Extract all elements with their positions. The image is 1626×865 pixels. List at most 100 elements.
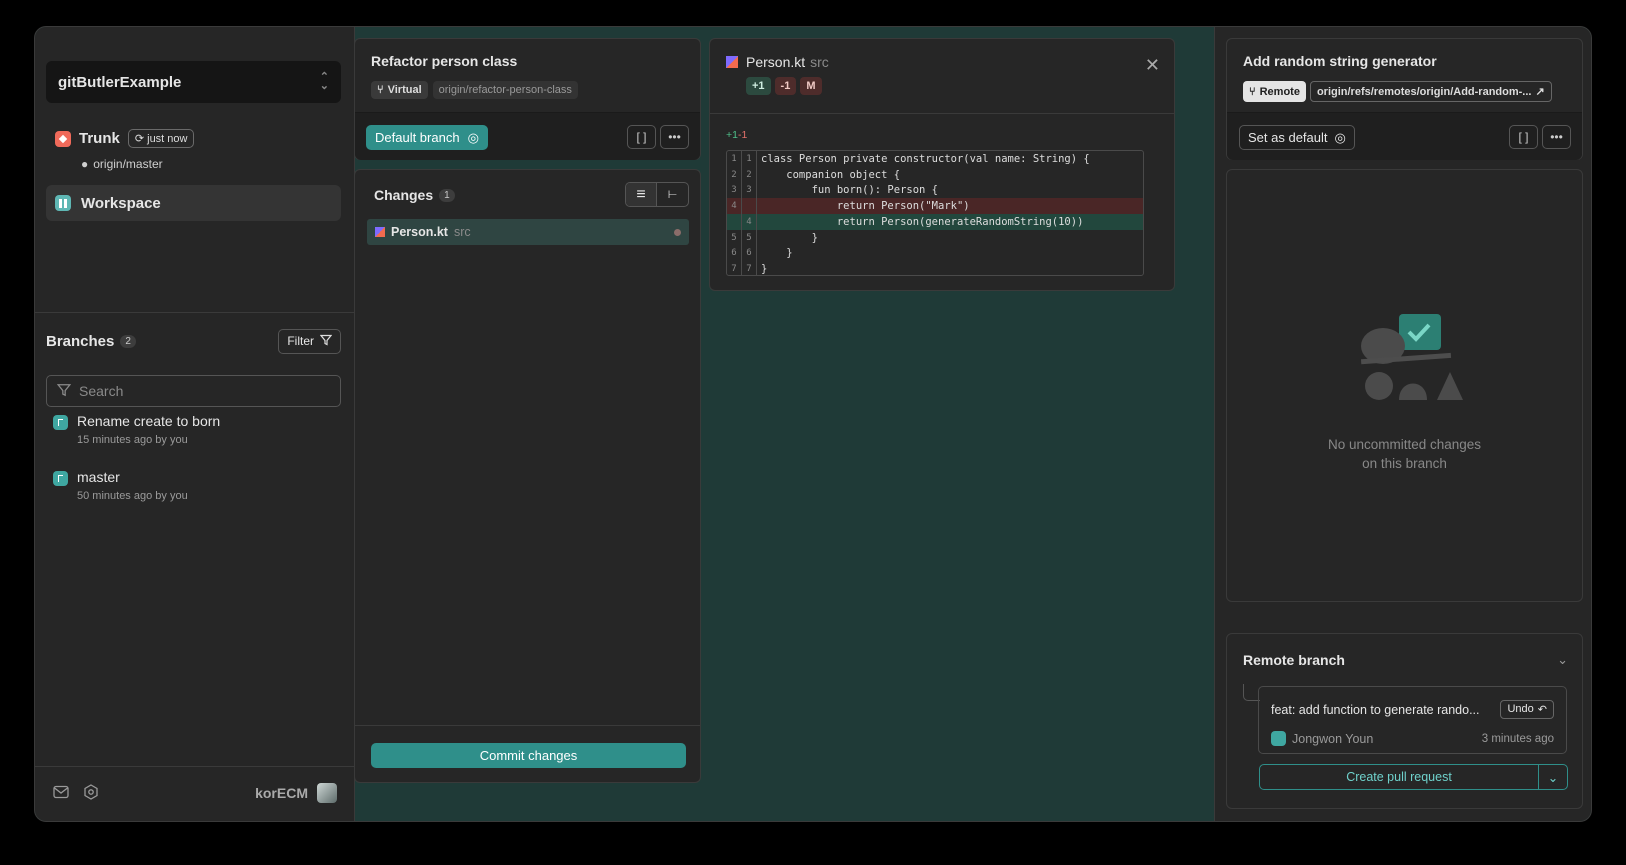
removed-count-badge: -1 — [774, 77, 797, 95]
old-line-number: 6 — [727, 245, 742, 262]
tree-view-button[interactable]: ⊢ — [657, 183, 688, 206]
collapse-lane-button[interactable]: [ ] — [1509, 125, 1538, 149]
commit-card[interactable]: feat: add function to generate rando... … — [1258, 686, 1567, 754]
old-line-number: 7 — [727, 261, 742, 275]
branch-lane-header: Add random string generator ⑂ Remote orig… — [1226, 38, 1583, 160]
avatar — [1271, 731, 1286, 746]
collapse-icon: [ ] — [636, 130, 647, 144]
diff-line: 33 fun born(): Person { — [727, 182, 1143, 199]
tree-icon: ⊢ — [667, 189, 678, 201]
username: korECM — [255, 785, 308, 801]
workspace-item[interactable]: Workspace — [46, 185, 341, 221]
undo-icon: ↶ — [1537, 704, 1547, 716]
branches-header: Branches 2 Filter — [46, 327, 341, 355]
trunk-remote-label: origin/master — [93, 157, 163, 171]
kotlin-file-icon — [726, 56, 738, 68]
workspace-icon — [55, 195, 71, 211]
empty-changes-panel: No uncommitted changes on this branch — [1226, 169, 1583, 602]
chevron-down-icon[interactable]: ⌄ — [1539, 765, 1567, 789]
empty-state-line: No uncommitted changes — [1327, 437, 1482, 452]
branch-title[interactable]: Add random string generator — [1243, 53, 1437, 69]
create-pull-request-button[interactable]: Create pull request ⌄ — [1259, 764, 1568, 790]
settings-icon[interactable] — [83, 783, 99, 803]
file-dir: src — [453, 225, 471, 239]
commit-time: 3 minutes ago — [1481, 732, 1554, 745]
diff-line: 1 1 class Person private constructor(val n… — [727, 151, 1143, 167]
collapse-icon: [ ] — [1518, 130, 1529, 144]
commit-message: feat: add function to generate rando... — [1271, 702, 1480, 717]
branch-icon: ⑂ — [1249, 85, 1256, 98]
project-name: gitButlerExample — [58, 73, 182, 91]
divider — [35, 312, 355, 313]
file-list-item[interactable]: Person.kt src — [367, 219, 689, 245]
chevron-down-icon[interactable]: ⌄ — [1557, 652, 1568, 668]
default-branch-button[interactable]: Default branch ◎ — [366, 125, 488, 150]
commit-changes-button[interactable]: Commit changes — [371, 743, 686, 768]
close-icon[interactable]: ✕ — [1145, 55, 1160, 76]
trunk-icon — [55, 130, 71, 147]
remote-branch-link[interactable]: origin/refs/remotes/origin/Add-random-..… — [1309, 81, 1552, 102]
undo-label: Undo — [1507, 703, 1534, 715]
set-default-button[interactable]: Set as default ◎ — [1239, 125, 1355, 150]
code-text: return Person(generateRandomString(10)) — [761, 215, 1084, 228]
search-placeholder: Search — [79, 383, 124, 399]
old-line-number: 3 — [727, 182, 742, 199]
changes-panel: Changes 1 ≡ ⊢ Person.kt src Commit chang… — [354, 169, 701, 783]
file-dir: src — [810, 54, 829, 70]
empty-state-message: No uncommitted changes on this branch — [1227, 435, 1582, 473]
old-line-number — [727, 214, 742, 230]
remote-branch-name: origin/refs/remotes/origin/Add-random-..… — [1316, 85, 1532, 98]
code-text: } — [761, 263, 768, 276]
sidebar-footer: korECM — [35, 765, 355, 821]
remote-tag-label: Remote — [1259, 85, 1300, 98]
list-view-button[interactable]: ≡ — [626, 183, 657, 206]
branch-search-field[interactable]: Search — [46, 375, 341, 407]
new-line-number: 5 — [742, 229, 757, 246]
old-line-number: 1 — [727, 151, 742, 167]
new-line-number: 4 — [742, 214, 757, 230]
avatar — [317, 783, 337, 803]
user-profile[interactable]: korECM — [255, 783, 337, 803]
empty-state-line: on this branch — [1362, 456, 1447, 471]
diff-hunk: 1 1 class Person private constructor(val n… — [726, 150, 1144, 276]
hunk-added: +1 — [726, 129, 738, 141]
file-name: Person.kt — [391, 225, 448, 239]
workspace-label: Workspace — [81, 194, 161, 212]
refresh-icon: ⟳ — [134, 133, 145, 145]
filter-button[interactable]: Filter — [278, 328, 341, 354]
old-line-number: 2 — [727, 166, 742, 183]
branch-icon: ⑂ — [377, 84, 384, 96]
more-icon: ••• — [668, 130, 681, 144]
target-icon: ◎ — [467, 129, 479, 145]
old-line-number: 5 — [727, 229, 742, 246]
default-branch-label: Default branch — [375, 130, 460, 145]
new-line-number: 1 — [742, 151, 757, 167]
changes-title: Changes — [374, 187, 434, 203]
old-line-number: 4 — [727, 198, 742, 214]
diff-line: 66 } — [727, 245, 1143, 262]
mail-icon[interactable] — [53, 785, 69, 802]
branch-name: Rename create to born — [77, 413, 221, 429]
branches-title: Branches — [46, 332, 115, 350]
filter-label: Filter — [287, 334, 314, 348]
new-line-number: 3 — [742, 182, 757, 199]
branch-title[interactable]: Refactor person class — [371, 53, 517, 69]
branch-list-item[interactable]: Rename create to born 15 minutes ago by … — [53, 413, 220, 446]
diff-line: 22 companion object { — [727, 166, 1143, 183]
trunk-item[interactable]: Trunk ⟳ just now — [55, 129, 195, 148]
more-options-button[interactable]: ••• — [660, 125, 689, 149]
more-options-button[interactable]: ••• — [1542, 125, 1571, 149]
branch-icon — [53, 471, 68, 486]
branch-list-item[interactable]: master 50 minutes ago by you — [53, 469, 188, 502]
branches-count: 2 — [120, 334, 136, 348]
commit-changes-label: Commit changes — [479, 748, 578, 763]
sync-status-badge[interactable]: ⟳ just now — [127, 129, 195, 148]
code-text: companion object { — [761, 168, 901, 181]
trunk-label: Trunk — [79, 130, 120, 147]
undo-button[interactable]: Undo ↶ — [1500, 700, 1554, 719]
changes-count: 1 — [439, 188, 455, 202]
branch-icon — [53, 415, 68, 430]
app-window: gitButlerExample ⌃ ⌄ Trunk ⟳ just now ● o… — [34, 26, 1592, 822]
collapse-lane-button[interactable]: [ ] — [627, 125, 656, 149]
project-selector[interactable]: gitButlerExample ⌃ ⌄ — [46, 61, 341, 103]
